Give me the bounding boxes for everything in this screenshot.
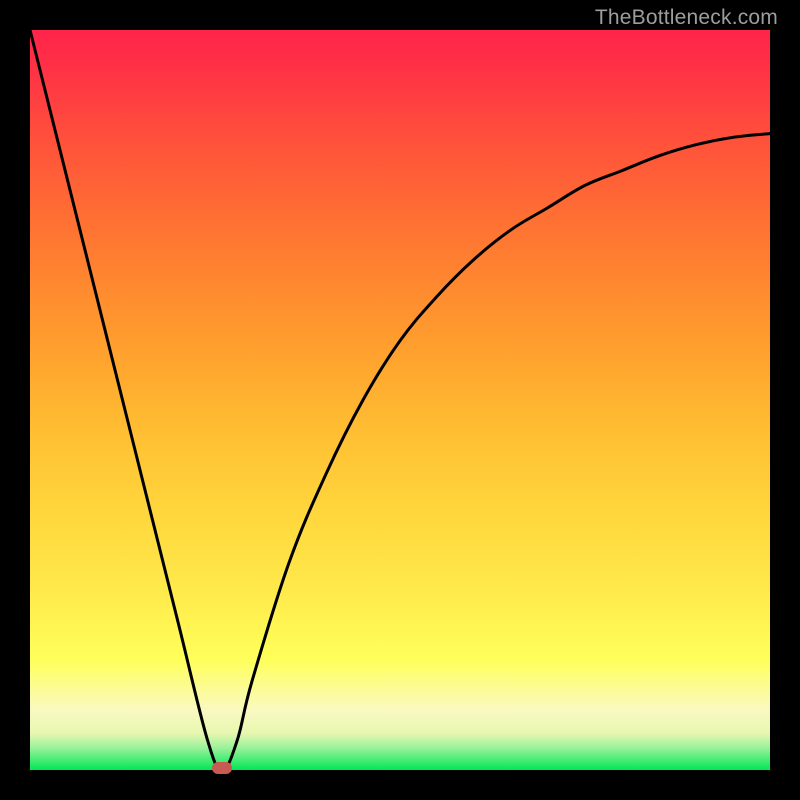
- watermark-text: TheBottleneck.com: [595, 6, 778, 30]
- bottleneck-curve: [30, 30, 770, 770]
- minimum-marker: [212, 762, 232, 774]
- chart-frame: TheBottleneck.com: [0, 0, 800, 800]
